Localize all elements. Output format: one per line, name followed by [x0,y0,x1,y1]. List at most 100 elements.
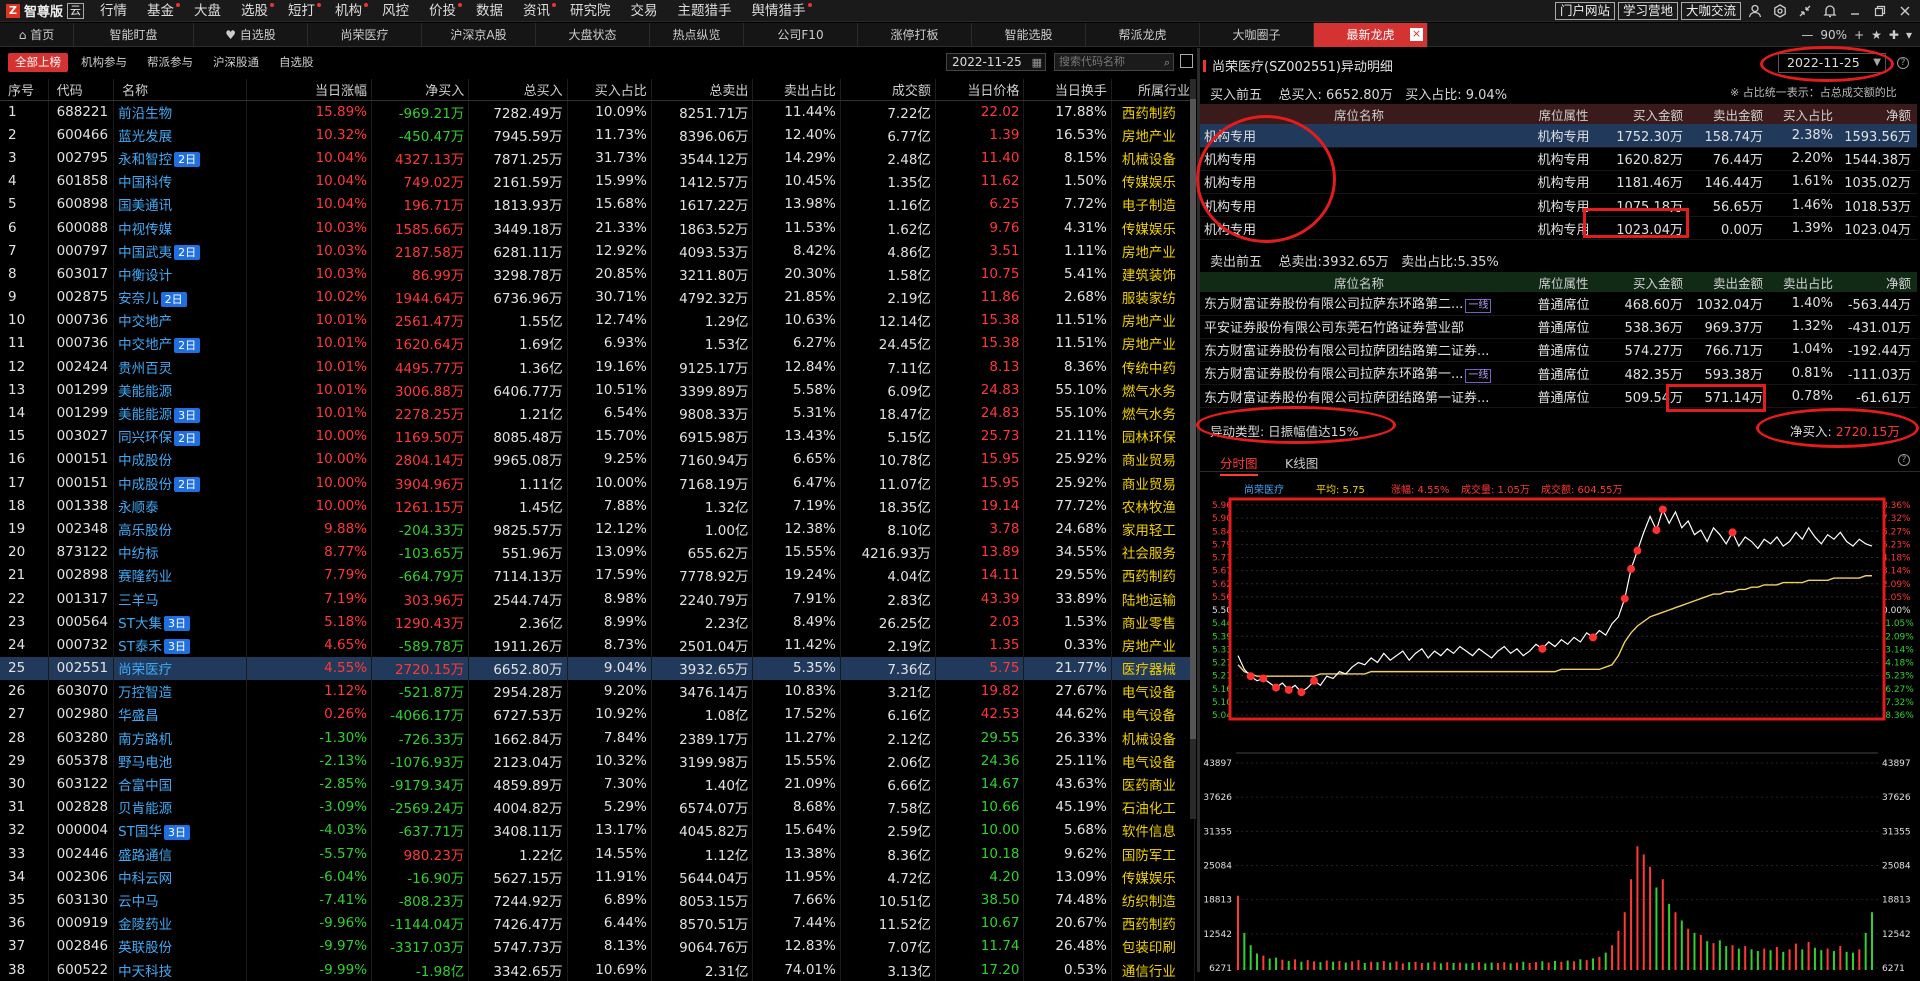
stock-name[interactable]: 赛隆药业 [113,563,248,587]
tab-0[interactable]: ⌂ 首页 [0,23,74,47]
menu-item-1[interactable]: 基金 [137,0,184,22]
tab-kline[interactable]: K线图 [1285,453,1318,472]
stock-name[interactable]: 贝肯能源 [113,795,248,819]
table-row[interactable]: 27 002980 华盛昌 0.26% -4066.17万 6727.53万 10.92% 1… [0,702,1196,727]
stock-name[interactable]: 前沿生物 [113,100,248,124]
table-row[interactable]: 35 603130 云中马 -7.41% -808.23万 7244.92万 6.89% 80… [0,888,1196,912]
stock-name[interactable]: 英联股份 [113,934,248,958]
column-header[interactable]: 名称 [113,79,248,101]
zoom-out-icon[interactable]: — [1801,28,1813,42]
menu-item-4[interactable]: 短打 [278,0,325,22]
stock-name[interactable]: ST泰禾 3日 [113,633,248,657]
table-row[interactable]: 5 600898 国美通讯 10.04% 196.71万 1813.93万 15.68% 16… [0,192,1196,216]
table-scrollbar[interactable] [1190,79,1196,819]
table-row[interactable]: 4 601858 中国科传 10.04% 749.02万 2161.59万 15.99% 14… [0,169,1196,193]
layout-toggle-icon[interactable] [1180,54,1193,68]
stock-name[interactable]: 中成股份 2日 [113,471,248,495]
filter-tab-2[interactable]: 帮派参与 [140,53,200,72]
stock-name[interactable]: 国美通讯 [113,192,248,216]
table-row[interactable]: 13 001299 美能能源 10.01% 3006.88万 6406.77万 10.51%… [0,378,1196,402]
table-row[interactable]: 34 002306 中科云网 -6.04% -16.90万 5627.15万 11.91% 5… [0,865,1196,889]
close-tab-icon[interactable]: × [1410,28,1423,41]
favorite-icon[interactable]: ★ [1871,28,1882,42]
table-row[interactable]: 7 000797 中国武夷 2日 10.03% 2187.58万 6281.11万 12.92… [0,239,1196,263]
settings-icon[interactable] [1769,0,1791,22]
table-row[interactable]: 28 603280 南方路机 -1.30% -726.33万 1662.84万 7.84% 2… [0,726,1196,750]
menu-item-7[interactable]: 价投 [419,0,466,22]
restore-icon[interactable] [1869,0,1891,22]
seat-name[interactable]: 东方财富证券股份有限公司拉萨东环路第二... 一线 [1200,292,1524,316]
table-row[interactable]: 30 603122 合富中国 -2.85% -9179.34万 4859.89万 7.30%… [0,772,1196,796]
date-picker[interactable]: 2022-11-25 ▦ [946,53,1046,71]
sell-seat-row[interactable]: 东方财富证券股份有限公司拉萨东环路第一... 一线 普通席位 482.35万 593.3… [1200,361,1917,386]
close-window-icon[interactable] [1894,0,1916,22]
table-row[interactable]: 14 001299 美能能源 3日 10.01% 2278.25万 1.21亿 6.54% 98… [0,401,1196,425]
menu-item-12[interactable]: 主题猎手 [668,0,742,22]
stock-name[interactable]: 华盛昌 [113,702,248,727]
stock-name[interactable]: 贵州百灵 [113,355,248,379]
column-header[interactable]: 成交额 [840,79,936,101]
table-row[interactable]: 2 600466 蓝光发展 10.32% -450.47万 7945.59万 11.73% 8… [0,123,1196,147]
column-header[interactable]: 净买入 [371,79,470,101]
stock-name[interactable]: 合富中国 [113,772,248,796]
table-row[interactable]: 38 600522 中天科技 -9.99% -1.98亿 3342.65万 10.69% 2.… [0,957,1196,981]
stock-name[interactable]: 中成股份 [113,447,248,471]
column-header[interactable]: 代码 [48,79,115,101]
user-icon[interactable] [1744,0,1766,22]
stock-name[interactable]: 中视传媒 [113,215,248,240]
table-row[interactable]: 21 002898 赛隆药业 7.79% -664.79万 7114.13万 17.59% 7… [0,563,1196,587]
stock-name[interactable]: 同兴环保 2日 [113,424,248,448]
search-input[interactable]: 搜索代码名称 ⌕ [1054,53,1174,71]
column-header[interactable]: 所属行业 [1111,79,1196,101]
table-row[interactable]: 36 000919 金陵药业 -9.96% -1144.04万 7426.47万 6.44%… [0,911,1196,935]
menu-item-13[interactable]: 舆情猎手 [742,0,816,22]
stock-name[interactable]: 云中马 [113,888,248,912]
menu-item-10[interactable]: 研究院 [560,0,621,22]
table-row[interactable]: 24 000732 ST泰禾 3日 4.65% -589.78万 1911.26万 8.73%… [0,633,1196,657]
sell-seat-row[interactable]: 东方财富证券股份有限公司拉萨团结路第二证券... 普通席位 574.27万 766.7… [1200,338,1917,363]
menu-item-0[interactable]: 行情 [90,0,137,22]
zoom-in-icon[interactable]: + [1854,28,1864,42]
bell-icon[interactable] [1819,0,1841,22]
seat-name[interactable]: 平安证券股份有限公司东莞石竹路证券营业部 [1200,315,1524,339]
table-row[interactable]: 26 603070 万控智造 1.12% -521.87万 2954.28万 9.20% 34… [0,679,1196,703]
table-row[interactable]: 33 002446 盛路通信 -5.57% 980.23万 1.22亿 14.55% 1.12… [0,842,1196,866]
stock-name[interactable]: ST大集 3日 [113,610,248,634]
stock-name[interactable]: 野马电池 [113,749,248,773]
more-tabs-icon[interactable]: ▾ [1906,28,1912,42]
table-row[interactable]: 23 000564 ST大集 3日 5.18% 1290.43万 2.36亿 8.99% 2.2… [0,610,1196,634]
column-header[interactable]: 总买入 [468,79,568,101]
table-row[interactable]: 9 002875 安奈儿 2日 10.02% 1944.64万 6736.96万 30.71%… [0,285,1196,309]
table-row[interactable]: 11 000736 中交地产 2日 10.01% 1620.64万 1.69亿 6.93% 1.… [0,331,1196,356]
stock-name[interactable]: 安奈儿 2日 [113,285,248,309]
tab-5[interactable]: 大盘状态 [536,23,650,47]
stock-name[interactable]: 中天科技 [113,957,248,981]
tab-9[interactable]: 智能选股 [972,23,1086,47]
tab-12[interactable]: 最新龙虎 × [1314,23,1428,47]
chart-help-icon[interactable]: ? [1898,454,1910,466]
table-row[interactable]: 3 002795 永和智控 2日 10.04% 4327.13万 7871.25万 31.73… [0,146,1196,170]
filter-tab-1[interactable]: 机构参与 [74,53,134,72]
table-row[interactable]: 32 000004 ST国华 3日 -4.03% -637.71万 3408.11万 13.1… [0,818,1196,842]
learning-button[interactable]: 学习营地 [1617,2,1678,20]
seat-name[interactable]: 东方财富证券股份有限公司拉萨团结路第一证券... [1200,384,1524,409]
column-header[interactable]: 总卖出 [651,79,754,101]
table-row[interactable]: 31 002828 贝肯能源 -3.09% -2569.24万 4004.82万 5.29%… [0,795,1196,819]
stock-name[interactable]: 盛路通信 [113,842,248,866]
sell-seat-row[interactable]: 东方财富证券股份有限公司拉萨东环路第二... 一线 普通席位 468.60万 1032.… [1200,292,1917,316]
stock-name[interactable]: 美能能源 3日 [113,401,248,425]
stock-name[interactable]: 永和智控 2日 [113,146,248,170]
stock-name[interactable]: 中交地产 [113,308,248,332]
sell-seat-row[interactable]: 东方财富证券股份有限公司拉萨团结路第一证券... 普通席位 509.54万 571.1… [1200,384,1917,409]
table-row[interactable]: 19 002348 高乐股份 9.88% -204.33万 9825.57万 12.12% 1… [0,517,1196,541]
sell-seat-row[interactable]: 平安证券股份有限公司东莞石竹路证券营业部 普通席位 538.36万 969.37万 1.… [1200,315,1917,339]
stock-name[interactable]: 三羊马 [113,586,248,611]
table-row[interactable]: 16 000151 中成股份 10.00% 2804.14万 9965.08万 9.25% 7… [0,447,1196,471]
column-header[interactable]: 买入占比 [567,79,652,101]
seat-name[interactable]: 东方财富证券股份有限公司拉萨团结路第二证券... [1200,338,1524,363]
stock-name[interactable]: 美能能源 [113,378,248,402]
column-header[interactable]: 卖出占比 [752,79,841,101]
calendar-icon[interactable]: ▦ [1032,55,1042,71]
stock-name[interactable]: 中国科传 [113,169,248,193]
menu-item-11[interactable]: 交易 [621,0,668,22]
